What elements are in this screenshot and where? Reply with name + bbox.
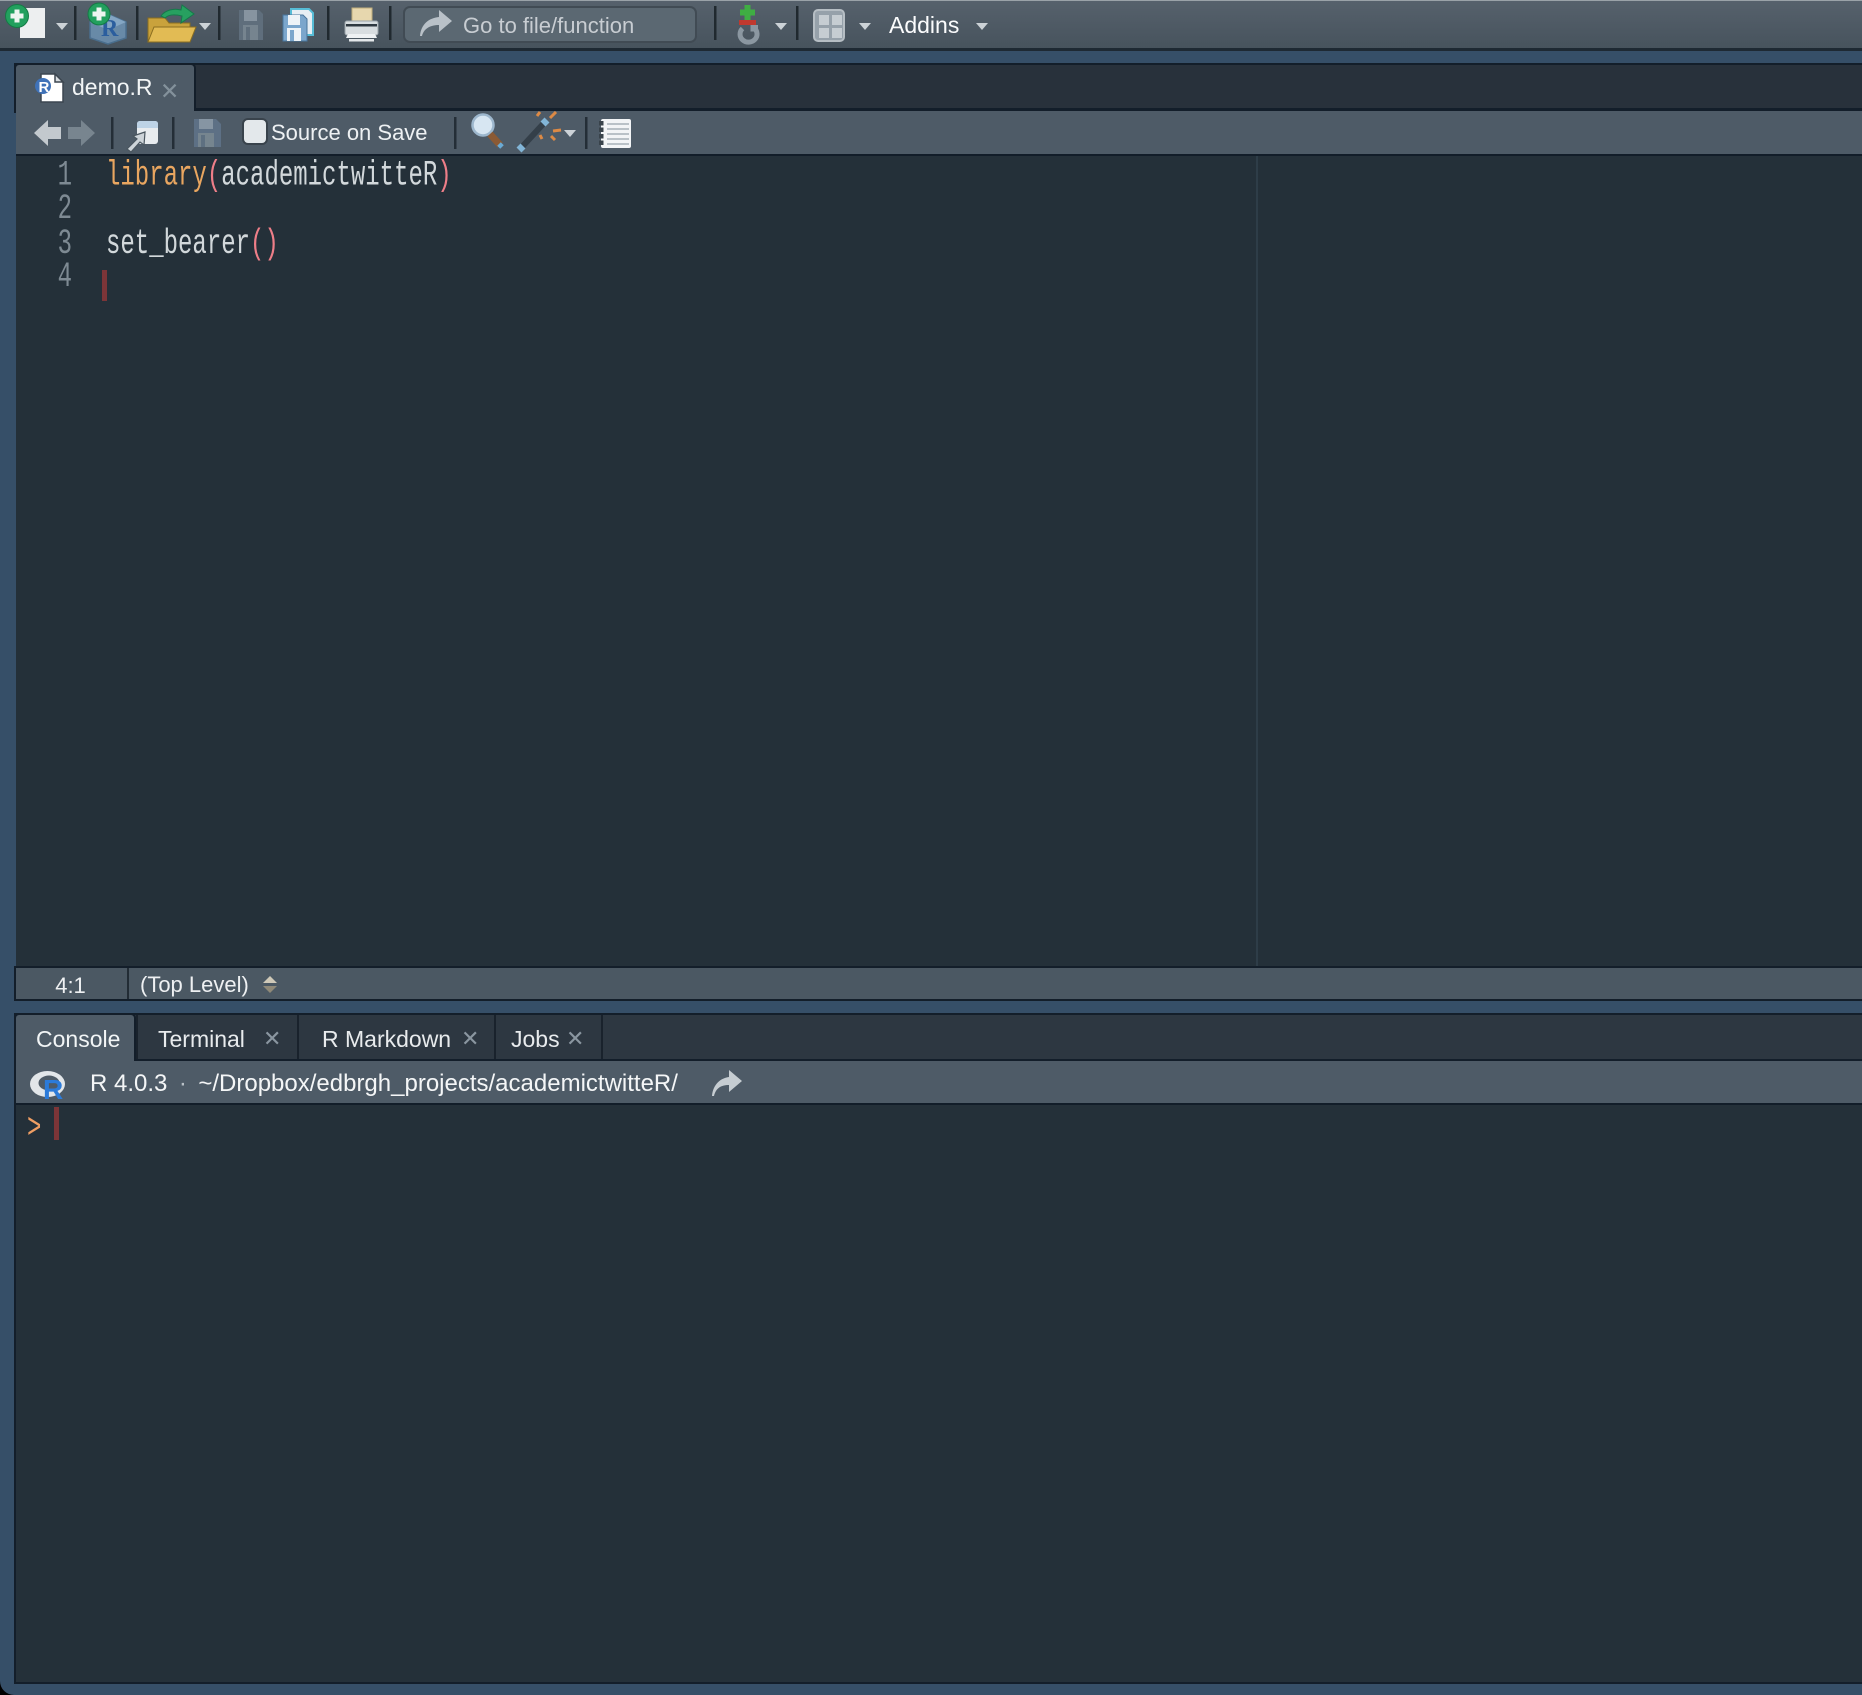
svg-text:R: R [39,79,50,96]
svg-text:Addins: Addins [889,12,959,38]
svg-text:R: R [43,1074,63,1103]
svg-text:Go to file/function: Go to file/function [463,13,634,38]
